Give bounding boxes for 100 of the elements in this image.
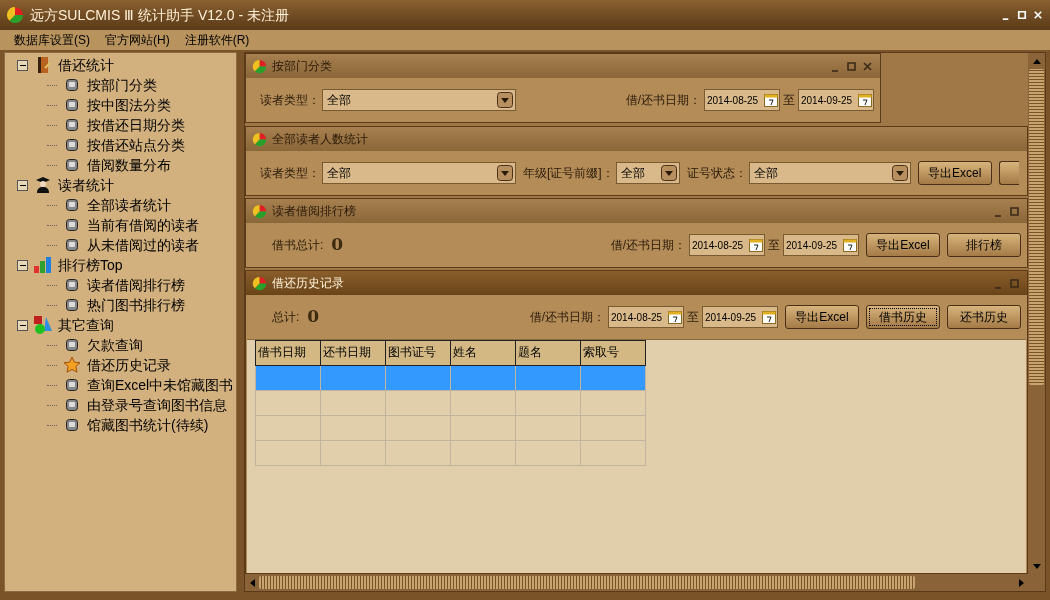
tree-item[interactable]: 当前有借阅的读者 (87, 214, 199, 236)
total-value: 0 (307, 305, 320, 329)
tree-item[interactable]: 按借还站点分类 (87, 134, 185, 156)
calendar-icon[interactable] (668, 310, 682, 324)
date-field[interactable]: 2014-08-25 (689, 234, 765, 256)
column-header[interactable]: 题名 (515, 340, 581, 366)
calendar-icon[interactable] (858, 93, 872, 107)
bullet-icon (66, 299, 78, 311)
field-label: 借/还书日期： (625, 92, 701, 109)
dropdown-field[interactable]: 全部 (322, 162, 516, 184)
column-header[interactable]: 索取号 (580, 340, 646, 366)
action-button[interactable]: 借书历史 (866, 305, 940, 329)
collapse-toggle[interactable] (17, 59, 28, 71)
dropdown-field[interactable]: 全部 (615, 162, 680, 184)
toolbar-button[interactable] (998, 161, 1019, 185)
bullet-icon (66, 219, 78, 231)
dropdown-field[interactable]: 全部 (748, 162, 911, 184)
column-header[interactable]: 借书日期 (255, 340, 321, 366)
bullet-icon (66, 139, 78, 151)
bullet-icon (66, 339, 78, 351)
child-window-title: 读者借阅排行榜 (272, 203, 356, 220)
window-title: 远方SULCMIS Ⅲ 统计助手 V12.0 - 未注册 (30, 5, 289, 25)
tree-item[interactable]: 读者借阅排行榜 (87, 274, 185, 296)
tree-item[interactable]: 热门图书排行榜 (87, 294, 185, 316)
total-label: 借书总计: (272, 237, 324, 254)
calendar-icon[interactable] (764, 93, 778, 107)
field-label: 借/还书日期： (610, 237, 686, 254)
tree-item[interactable]: 按部门分类 (87, 74, 157, 96)
dropdown-field[interactable]: 全部 (322, 89, 516, 111)
total-label: 总计: (272, 309, 300, 326)
selected-row[interactable] (255, 365, 646, 391)
bullet-icon (66, 159, 78, 171)
tree-item[interactable]: 全部读者统计 (87, 194, 171, 216)
maximize-icon[interactable] (1016, 9, 1028, 21)
column-header[interactable]: 姓名 (450, 340, 516, 366)
child-window-title: 全部读者人数统计 (272, 131, 368, 148)
field-label: 读者类型： (260, 165, 320, 182)
calendar-icon[interactable] (762, 310, 776, 324)
bullet-icon (66, 239, 78, 251)
menu-item[interactable]: 官方网站(H) (105, 31, 170, 49)
action-button[interactable]: 还书历史 (947, 305, 1021, 329)
tree-item[interactable]: 按借还日期分类 (87, 114, 185, 136)
star-icon (63, 356, 81, 374)
column-header[interactable]: 还书日期 (320, 340, 386, 366)
column-header[interactable]: 图书证号 (385, 340, 451, 366)
calendar-icon[interactable] (749, 238, 763, 252)
tree-item[interactable]: 查询Excel中未馆藏图书 (87, 374, 234, 396)
tree-item[interactable]: 借还历史记录 (87, 354, 171, 376)
horizontal-scrollbar[interactable] (245, 574, 1045, 591)
bullet-icon (66, 399, 78, 411)
calendar-icon[interactable] (843, 238, 857, 252)
pie-icon (252, 58, 267, 74)
date-field[interactable]: 2014-09-25 (798, 89, 874, 111)
field-label: 借/还书日期： (529, 309, 605, 326)
bullet-icon (66, 79, 78, 91)
tree-item[interactable]: 按中图法分类 (87, 94, 171, 116)
action-button[interactable]: 排行榜 (947, 233, 1021, 257)
field-label: 读者类型： (260, 92, 320, 109)
date-field[interactable]: 2014-08-25 (704, 89, 780, 111)
tree-item[interactable]: 借还统计 (58, 54, 114, 76)
child-window-title: 借还历史记录 (272, 275, 344, 292)
collapse-toggle[interactable] (17, 259, 28, 271)
collapse-toggle[interactable] (17, 179, 28, 191)
range-separator: 至 (768, 237, 780, 254)
tree-item[interactable]: 由登录号查询图书信息 (87, 394, 227, 416)
close-icon[interactable] (1032, 9, 1044, 21)
bullet-icon (66, 419, 78, 431)
vertical-scrollbar[interactable] (1028, 53, 1045, 574)
collapse-toggle[interactable] (17, 319, 28, 331)
action-button[interactable]: 导出Excel (866, 233, 940, 257)
child-window-title: 按部门分类 (272, 58, 332, 75)
menu-item[interactable]: 注册软件(R) (184, 31, 250, 49)
pie-icon (6, 6, 24, 24)
date-field[interactable]: 2014-09-25 (783, 234, 859, 256)
bullet-icon (66, 119, 78, 131)
total-value: 0 (331, 233, 344, 257)
pie-icon (252, 131, 267, 147)
field-label: 年级[证号前缀]： (523, 165, 614, 182)
pie-icon (252, 203, 267, 219)
tree-item[interactable]: 从未借阅过的读者 (87, 234, 199, 256)
tree-item[interactable]: 读者统计 (58, 174, 114, 196)
pie-icon (252, 275, 267, 291)
tree-item[interactable]: 排行榜Top (58, 254, 123, 276)
graduate-icon (34, 176, 52, 194)
shapes-icon (33, 315, 53, 335)
close-icon[interactable] (861, 59, 874, 73)
tree-item[interactable]: 借阅数量分布 (87, 154, 171, 176)
date-field[interactable]: 2014-08-25 (608, 306, 684, 328)
action-button[interactable]: 导出Excel (917, 161, 992, 185)
field-label: 证号状态： (686, 165, 747, 182)
date-field[interactable]: 2014-09-25 (702, 306, 778, 328)
action-button[interactable]: 导出Excel (785, 305, 859, 329)
bullet-icon (66, 199, 78, 211)
tree-item[interactable]: 其它查询 (58, 314, 114, 336)
tree-item[interactable]: 馆藏图书统计(待续) (87, 414, 209, 436)
bullet-icon (66, 99, 78, 111)
tree-item[interactable]: 欠款查询 (87, 334, 143, 356)
bullet-icon (66, 279, 78, 291)
range-separator: 至 (687, 309, 699, 326)
menu-item[interactable]: 数据库设置(S) (14, 31, 90, 49)
